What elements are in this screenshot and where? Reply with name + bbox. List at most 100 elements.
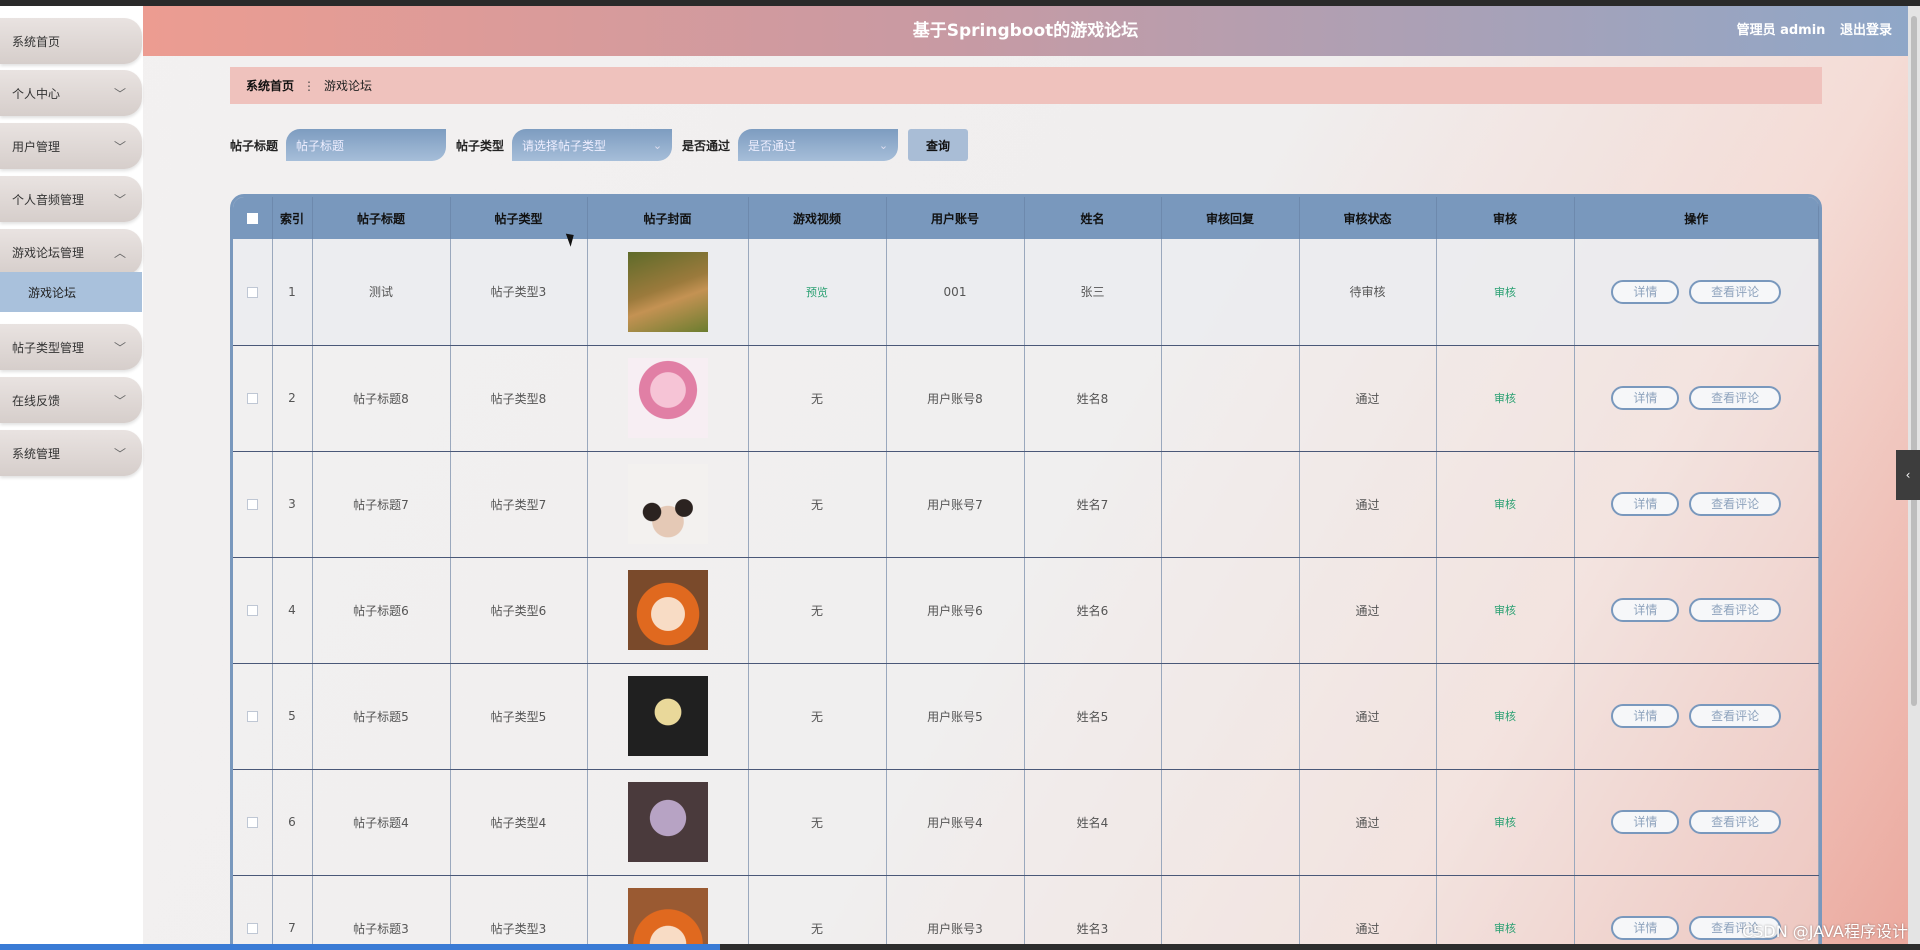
row-checkbox[interactable] xyxy=(246,923,258,934)
type-filter-placeholder: 请选择帖子类型 xyxy=(522,138,607,153)
select-all-cell[interactable] xyxy=(233,197,273,239)
query-button[interactable]: 查询 xyxy=(908,129,969,161)
row-checkbox[interactable] xyxy=(246,711,258,722)
row-select-cell[interactable] xyxy=(233,557,273,664)
detail-button[interactable]: 详情 xyxy=(1611,704,1680,728)
review-link[interactable]: 审核 xyxy=(1494,286,1516,299)
sidebar-item-label: 游戏论坛管理 xyxy=(12,245,85,260)
app-title: 基于Springboot的游戏论坛 xyxy=(912,21,1139,41)
row-select-cell[interactable] xyxy=(233,769,273,876)
post-cover-image[interactable] xyxy=(627,888,708,950)
detail-button[interactable]: 详情 xyxy=(1611,279,1680,304)
sidebar-item-forum[interactable]: 游戏论坛管理 ︿ xyxy=(0,229,142,275)
cover-cell xyxy=(587,769,749,876)
row-select-cell[interactable] xyxy=(233,875,273,950)
name-cell: 姓名6 xyxy=(1024,557,1162,664)
post-cover-image[interactable] xyxy=(627,676,708,756)
column-header: 姓名 xyxy=(1024,197,1162,239)
view-comments-button[interactable]: 查看评论 xyxy=(1689,279,1782,304)
type-cell: 帖子类型4 xyxy=(450,769,588,876)
column-header: 用户账号 xyxy=(886,197,1025,239)
view-comments-button[interactable]: 查看评论 xyxy=(1689,386,1782,410)
detail-button[interactable]: 详情 xyxy=(1611,916,1680,940)
row-select-cell[interactable] xyxy=(233,451,273,558)
breadcrumb-home[interactable]: 系统首页 xyxy=(246,77,294,94)
sidebar-item-audio[interactable]: 个人音频管理 ﹀ xyxy=(0,176,142,222)
logout-link[interactable]: 退出登录 xyxy=(1840,23,1892,38)
review-link[interactable]: 审核 xyxy=(1494,498,1516,511)
post-cover-image[interactable] xyxy=(627,782,708,862)
sidebar-item-post-types[interactable]: 帖子类型管理 ﹀ xyxy=(0,324,142,370)
index-cell: 4 xyxy=(272,557,313,664)
index-cell: 7 xyxy=(272,875,313,950)
post-cover-image[interactable] xyxy=(627,570,708,650)
row-select-cell[interactable] xyxy=(233,663,273,770)
row-checkbox[interactable] xyxy=(246,286,258,298)
passed-filter-select[interactable]: 是否通过 ⌄ xyxy=(738,129,899,161)
sidebar-item-system[interactable]: 系统管理 ﹀ xyxy=(0,430,142,476)
reply-cell xyxy=(1161,875,1300,950)
table-row: 1 测试 帖子类型3 预览 001 张三 待审核 审核 详情 查看评论 xyxy=(233,239,1819,346)
detail-button[interactable]: 详情 xyxy=(1611,598,1680,622)
review-link[interactable]: 审核 xyxy=(1494,710,1516,723)
actions-cell: 详情 查看评论 xyxy=(1574,451,1819,558)
row-checkbox[interactable] xyxy=(246,605,258,616)
post-cover-image[interactable] xyxy=(627,358,708,438)
view-comments-button[interactable]: 查看评论 xyxy=(1689,492,1782,516)
detail-button[interactable]: 详情 xyxy=(1611,492,1680,516)
admin-label: 管理员 admin xyxy=(1736,23,1826,38)
account-cell: 用户账号5 xyxy=(886,663,1025,770)
video-preview-link[interactable]: 预览 xyxy=(806,286,828,299)
row-checkbox[interactable] xyxy=(246,393,258,404)
posts-table: 索引 帖子标题 帖子类型 帖子封面 游戏视频 用户账号 姓名 审核回复 审核状态… xyxy=(233,197,1819,950)
account-cell: 001 xyxy=(886,239,1025,346)
breadcrumb-separator: ⋮ xyxy=(303,78,316,93)
view-comments-button[interactable]: 查看评论 xyxy=(1689,704,1782,728)
name-cell: 姓名5 xyxy=(1024,663,1162,770)
title-cell: 帖子标题3 xyxy=(312,875,451,950)
review-link[interactable]: 审核 xyxy=(1494,922,1516,935)
review-link[interactable]: 审核 xyxy=(1494,604,1516,617)
detail-button[interactable]: 详情 xyxy=(1611,810,1680,834)
table-row: 4 帖子标题6 帖子类型6 无 用户账号6 姓名6 通过 审核 详情 查看评论 xyxy=(233,557,1819,664)
sidebar-item-personal-center[interactable]: 个人中心 ﹀ xyxy=(0,70,142,116)
title-cell: 帖子标题5 xyxy=(312,663,451,770)
chevron-down-icon: ﹀ xyxy=(113,446,126,461)
post-cover-image[interactable] xyxy=(627,251,708,332)
sidebar-item-feedback[interactable]: 在线反馈 ﹀ xyxy=(0,377,142,423)
type-filter-select[interactable]: 请选择帖子类型 ⌄ xyxy=(512,129,673,161)
collapse-panel-tab[interactable]: ‹ xyxy=(1896,450,1920,500)
scrollbar-thumb[interactable] xyxy=(1911,16,1917,706)
chevron-down-icon: ﹀ xyxy=(113,139,126,154)
video-cell: 无 xyxy=(748,663,887,770)
sidebar-item-label: 个人音频管理 xyxy=(12,192,85,207)
column-header: 审核 xyxy=(1436,197,1575,239)
row-checkbox[interactable] xyxy=(246,817,258,828)
search-form: 帖子标题 帖子标题 帖子类型 请选择帖子类型 ⌄ 是否通过 是否通过 ⌄ 查询 xyxy=(230,128,969,162)
table-row: 2 帖子标题8 帖子类型8 无 用户账号8 姓名8 通过 审核 详情 查看评论 xyxy=(233,345,1819,452)
title-filter-input[interactable]: 帖子标题 xyxy=(286,129,447,161)
video-cell: 无 xyxy=(748,345,887,452)
detail-button[interactable]: 详情 xyxy=(1611,386,1680,410)
chevron-down-icon: ﹀ xyxy=(113,86,126,101)
select-all-checkbox[interactable] xyxy=(246,213,258,224)
row-select-cell[interactable] xyxy=(233,345,273,452)
video-cell: 无 xyxy=(748,557,887,664)
table-row: 6 帖子标题4 帖子类型4 无 用户账号4 姓名4 通过 审核 详情 查看评论 xyxy=(233,769,1819,876)
top-header: 基于Springboot的游戏论坛 管理员 admin 退出登录 xyxy=(143,6,1920,56)
review-link[interactable]: 审核 xyxy=(1494,392,1516,405)
review-cell: 审核 xyxy=(1436,345,1575,452)
sidebar-item-users[interactable]: 用户管理 ﹀ xyxy=(0,123,142,169)
post-cover-image[interactable] xyxy=(627,464,708,544)
sidebar-subitem-game-forum[interactable]: 游戏论坛 xyxy=(0,272,142,312)
sidebar-item-home[interactable]: 系统首页 xyxy=(0,18,142,64)
index-cell: 2 xyxy=(272,345,313,452)
review-link[interactable]: 审核 xyxy=(1494,816,1516,829)
view-comments-button[interactable]: 查看评论 xyxy=(1689,598,1782,622)
type-cell: 帖子类型8 xyxy=(450,345,588,452)
column-header: 审核回复 xyxy=(1161,197,1300,239)
row-select-cell[interactable] xyxy=(233,239,273,346)
view-comments-button[interactable]: 查看评论 xyxy=(1689,810,1782,834)
row-checkbox[interactable] xyxy=(246,499,258,510)
status-cell: 通过 xyxy=(1299,769,1437,876)
